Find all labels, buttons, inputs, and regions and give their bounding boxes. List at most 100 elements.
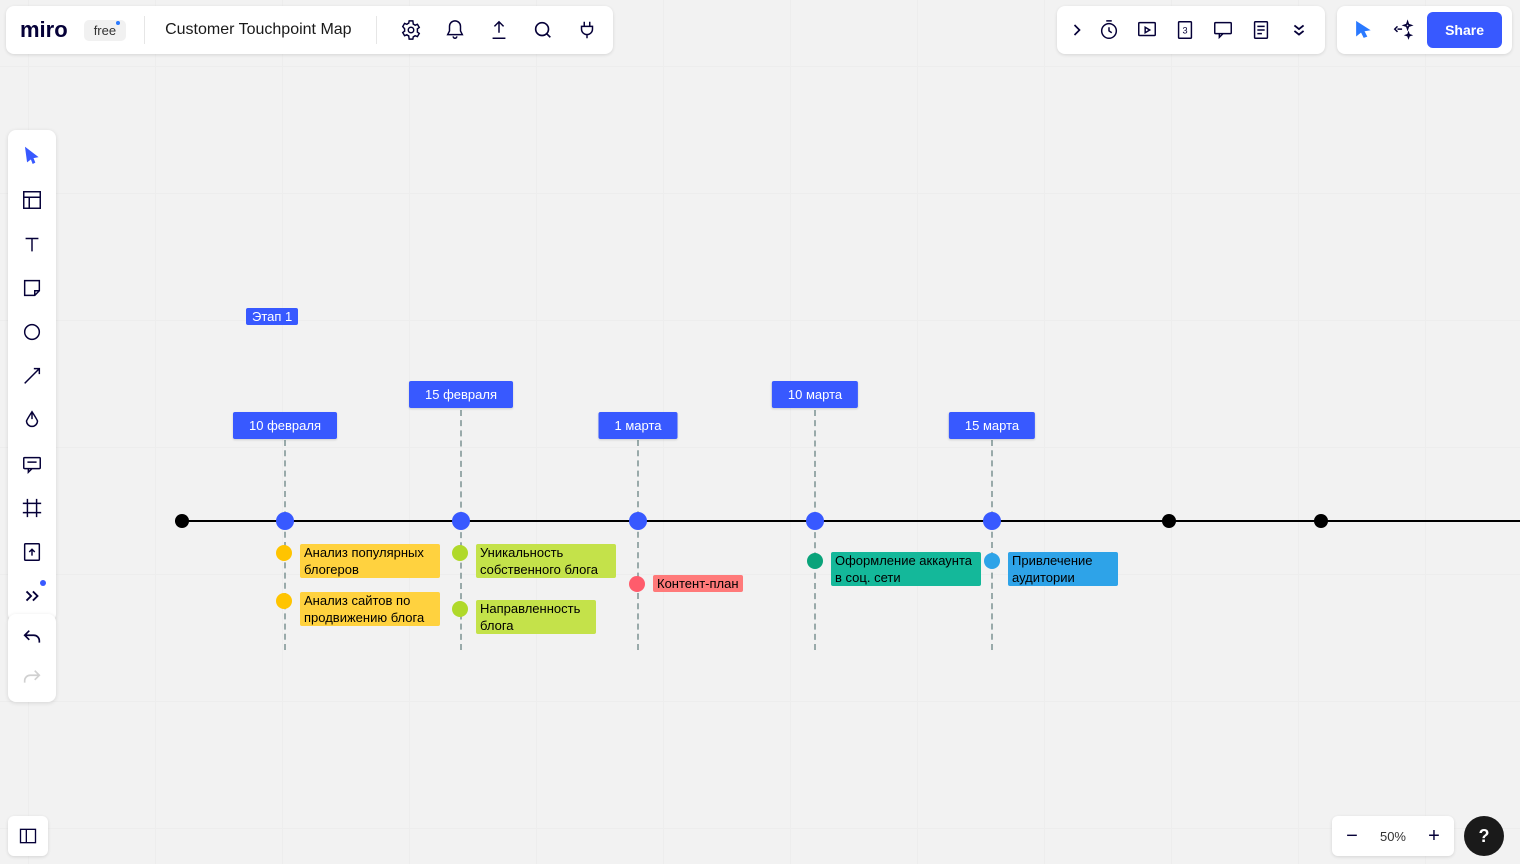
milestone-dot[interactable] — [629, 512, 647, 530]
zoom-controls: − 50% + — [1332, 816, 1454, 856]
notifications-button[interactable] — [439, 14, 471, 46]
milestone-dot[interactable] — [983, 512, 1001, 530]
timer-button[interactable] — [1093, 14, 1125, 46]
milestone-dot[interactable] — [806, 512, 824, 530]
logo[interactable]: miro — [16, 17, 68, 43]
pen-icon — [21, 409, 43, 431]
task-item[interactable]: Уникальность собственного блога — [452, 544, 616, 578]
header-left: miro free Customer Touchpoint Map — [6, 6, 613, 54]
collapse-button[interactable] — [1067, 14, 1087, 46]
plug-icon — [576, 19, 598, 41]
sparkle-icon — [1392, 19, 1414, 41]
task-bullet-icon — [629, 576, 645, 592]
select-tool[interactable] — [12, 136, 52, 176]
comment-tool[interactable] — [12, 444, 52, 484]
header-chip: miro free Customer Touchpoint Map — [6, 6, 613, 54]
minimap-icon — [18, 826, 38, 846]
gear-icon — [400, 19, 422, 41]
task-item[interactable]: Привлечение аудитории — [984, 552, 1118, 586]
task-label: Уникальность собственного блога — [476, 544, 616, 578]
chevron-right-icon — [1067, 19, 1087, 41]
search-icon — [532, 19, 554, 41]
connector-tool[interactable] — [12, 356, 52, 396]
more-tools[interactable] — [12, 576, 52, 616]
divider — [376, 16, 377, 44]
frame-tool[interactable] — [12, 488, 52, 528]
redo-icon — [21, 667, 43, 689]
notes-button[interactable] — [1245, 14, 1277, 46]
canvas[interactable] — [0, 0, 1520, 864]
plan-badge[interactable]: free — [84, 20, 126, 41]
upload-tool[interactable] — [12, 532, 52, 572]
export-button[interactable] — [483, 14, 515, 46]
help-button[interactable]: ? — [1464, 816, 1504, 856]
date-box[interactable]: 10 марта — [772, 381, 858, 408]
cursor-icon — [1352, 19, 1374, 41]
date-box[interactable]: 15 марта — [949, 412, 1035, 439]
settings-button[interactable] — [395, 14, 427, 46]
share-button[interactable]: Share — [1427, 12, 1502, 48]
task-item[interactable]: Оформление аккаунта в соц. сети — [807, 552, 981, 586]
minimap-button[interactable] — [8, 816, 48, 856]
task-item[interactable]: Анализ сайтов по продвижению блога — [276, 592, 440, 626]
more-apps-button[interactable] — [1283, 14, 1315, 46]
timeline-start-dot — [175, 514, 189, 528]
svg-text:3: 3 — [1183, 26, 1188, 36]
divider — [144, 16, 145, 44]
milestone-dash — [991, 440, 993, 650]
presentation-icon — [1136, 19, 1158, 41]
present-button[interactable] — [1131, 14, 1163, 46]
templates-icon — [21, 189, 43, 211]
pen-tool[interactable] — [12, 400, 52, 440]
date-box[interactable]: 1 марта — [599, 412, 678, 439]
cursor-mode-button[interactable] — [1347, 14, 1379, 46]
date-box[interactable]: 10 февраля — [233, 412, 337, 439]
task-item[interactable]: Анализ популярных блогеров — [276, 544, 440, 578]
templates-tool[interactable] — [12, 180, 52, 220]
comment-icon — [1212, 19, 1234, 41]
task-item[interactable]: Направленность блога — [452, 600, 596, 634]
zoom-in-button[interactable]: + — [1420, 822, 1448, 850]
upload-icon — [488, 19, 510, 41]
shape-icon — [21, 321, 43, 343]
plan-label: free — [94, 23, 116, 38]
task-label: Оформление аккаунта в соц. сети — [831, 552, 981, 586]
arrow-icon — [21, 365, 43, 387]
pointer-icon — [21, 145, 43, 167]
double-chevron-down-icon — [1288, 19, 1310, 41]
comment-icon — [21, 453, 43, 475]
notes-icon — [1250, 19, 1272, 41]
undo-icon — [21, 627, 43, 649]
voting-button[interactable]: 3 — [1169, 14, 1201, 46]
vote-icon: 3 — [1174, 19, 1196, 41]
reactions-button[interactable] — [1387, 14, 1419, 46]
timeline-dot — [1314, 514, 1328, 528]
task-bullet-icon — [276, 545, 292, 561]
double-chevron-right-icon — [21, 585, 43, 607]
date-box[interactable]: 15 февраля — [409, 381, 513, 408]
redo-button[interactable] — [12, 658, 52, 698]
shape-tool[interactable] — [12, 312, 52, 352]
upload-file-icon — [21, 541, 43, 563]
search-button[interactable] — [527, 14, 559, 46]
sticky-tool[interactable] — [12, 268, 52, 308]
zoom-level[interactable]: 50% — [1374, 829, 1412, 844]
task-bullet-icon — [984, 553, 1000, 569]
task-bullet-icon — [452, 601, 468, 617]
sticky-icon — [21, 277, 43, 299]
milestone-dash — [637, 440, 639, 650]
milestone-dot[interactable] — [276, 512, 294, 530]
milestone-dot[interactable] — [452, 512, 470, 530]
undo-redo — [8, 614, 56, 702]
task-label: Привлечение аудитории — [1008, 552, 1118, 586]
task-item[interactable]: Контент-план — [629, 575, 743, 592]
task-bullet-icon — [807, 553, 823, 569]
bell-icon — [444, 19, 466, 41]
comments-button[interactable] — [1207, 14, 1239, 46]
board-title[interactable]: Customer Touchpoint Map — [163, 21, 357, 39]
stage-label[interactable]: Этап 1 — [246, 308, 298, 325]
plugins-button[interactable] — [571, 14, 603, 46]
undo-button[interactable] — [12, 618, 52, 658]
text-tool[interactable] — [12, 224, 52, 264]
zoom-out-button[interactable]: − — [1338, 822, 1366, 850]
